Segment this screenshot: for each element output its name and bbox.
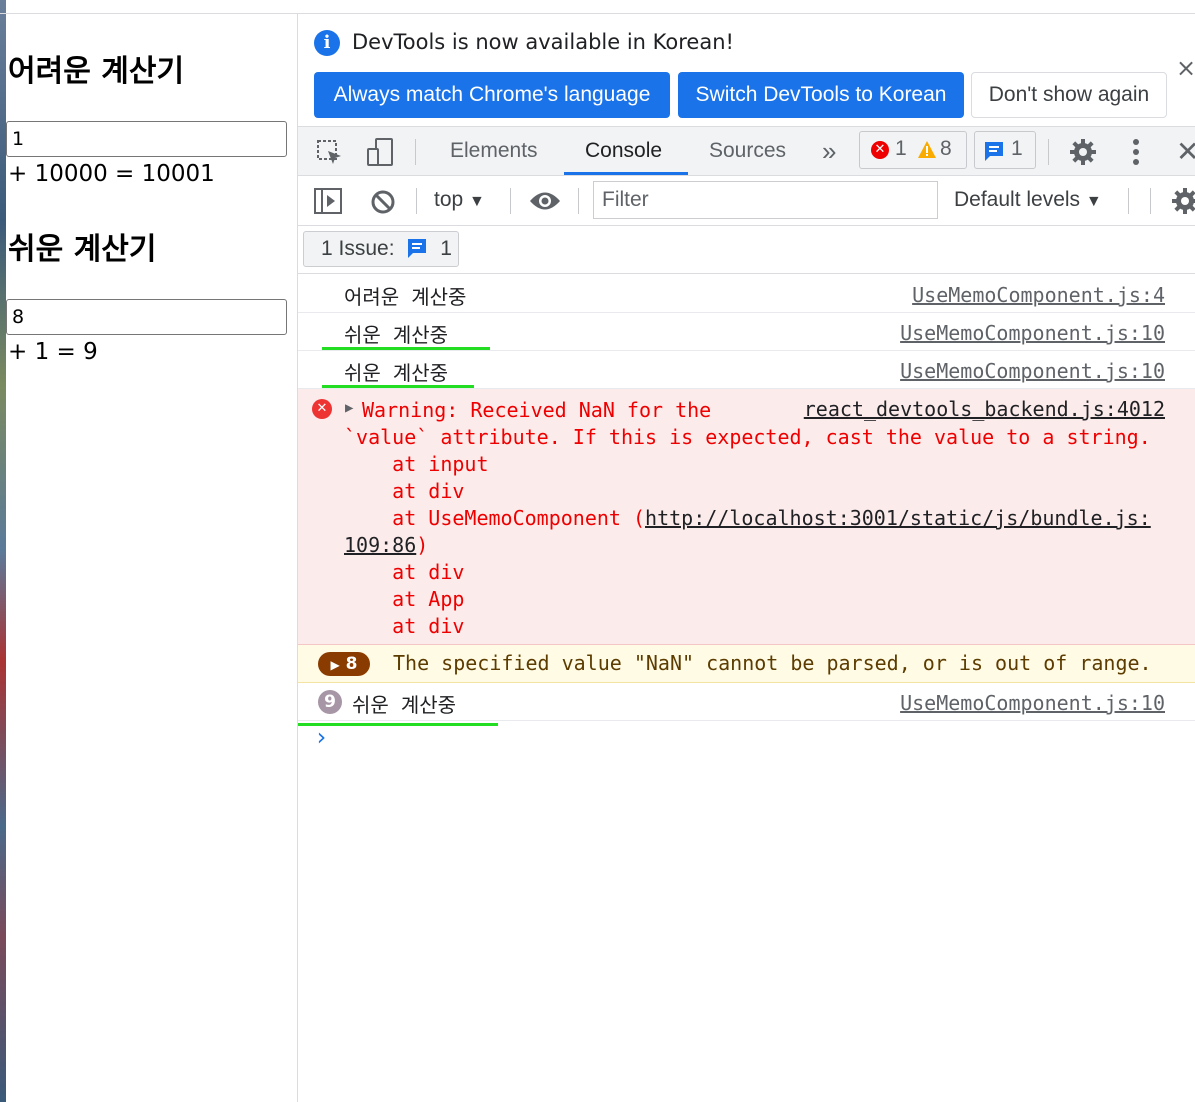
- log-message: 쉬운 계산중: [344, 361, 449, 385]
- hard-result: + 10000 = 10001: [8, 161, 215, 187]
- issues-label: 1 Issue:: [321, 237, 395, 260]
- device-toolbar-icon[interactable]: [364, 137, 396, 169]
- language-infobar: i DevTools is now available in Korean! ×…: [298, 14, 1195, 126]
- log-message: 쉬운 계산중: [344, 323, 449, 347]
- warning-icon: [918, 141, 936, 158]
- infobar-message: DevTools is now available in Korean!: [352, 30, 734, 54]
- message-icon: [985, 142, 1003, 161]
- close-infobar-icon[interactable]: ×: [1176, 54, 1195, 82]
- hard-number-input[interactable]: [6, 121, 287, 157]
- console-toolbar: top ▼ Filter Default levels ▼: [298, 176, 1195, 226]
- highlight-underline: [322, 347, 490, 350]
- stack-frame-prefix: at UseMemoComponent (: [344, 506, 646, 530]
- stack-frame: at div: [344, 479, 465, 503]
- easy-calculator-title: 쉬운 계산기: [8, 232, 157, 267]
- message-count: 1: [1011, 137, 1023, 160]
- separator: [1150, 188, 1151, 214]
- log-levels-dropdown[interactable]: Default levels ▼: [954, 176, 1102, 224]
- inspect-element-icon[interactable]: [316, 139, 344, 167]
- dropdown-arrow-icon: ▼: [469, 193, 485, 210]
- console-prompt-row[interactable]: ›: [298, 721, 1195, 761]
- separator: [416, 188, 417, 214]
- expand-triangle-icon[interactable]: ▶: [345, 400, 353, 416]
- close-devtools-icon[interactable]: ✕: [1176, 135, 1195, 168]
- sidebar-toggle-icon[interactable]: [314, 188, 342, 214]
- console-log-row: 쉬운 계산중 UseMemoComponent.js:10: [298, 313, 1195, 351]
- devtools-tabbar: Elements Console Sources » ✕ 1 8 1 ✕: [298, 126, 1195, 176]
- stack-frame: at App: [344, 587, 465, 611]
- live-expression-eye-icon[interactable]: [528, 190, 562, 212]
- console-error-row: ✕ ▶ Warning: Received NaN for the react_…: [298, 389, 1195, 645]
- warning-message: The specified value "NaN" cannot be pars…: [393, 651, 1152, 675]
- log-message: 쉬운 계산중: [352, 693, 457, 717]
- easy-number-input[interactable]: [6, 299, 287, 335]
- message-icon: [408, 239, 427, 258]
- console-log-row: 9 쉬운 계산중 UseMemoComponent.js:10: [298, 683, 1195, 726]
- devtools-panel: i DevTools is now available in Korean! ×…: [298, 14, 1195, 1102]
- levels-label: Default levels: [954, 188, 1081, 211]
- info-icon: i: [314, 30, 340, 56]
- more-tabs-icon[interactable]: »: [822, 127, 836, 175]
- highlight-underline: [322, 385, 474, 388]
- log-message: 어려운 계산중: [344, 285, 467, 309]
- source-link[interactable]: UseMemoComponent.js:10: [900, 321, 1165, 345]
- stack-frame: at div: [344, 614, 465, 638]
- separator: [578, 188, 579, 214]
- source-link[interactable]: UseMemoComponent.js:10: [900, 359, 1165, 383]
- source-link[interactable]: UseMemoComponent.js:10: [900, 691, 1165, 715]
- issues-count: 1: [440, 237, 452, 260]
- repeat-count-badge[interactable]: ▶ 8: [318, 652, 370, 676]
- active-tab-indicator: [564, 172, 688, 175]
- console-filter-input[interactable]: Filter: [593, 181, 938, 219]
- error-count: 1: [895, 137, 907, 160]
- issues-counter[interactable]: ✕ 1 8: [859, 131, 967, 169]
- warning-count: 8: [940, 137, 952, 160]
- messages-counter[interactable]: 1: [974, 131, 1036, 169]
- dont-show-again-button[interactable]: Don't show again: [971, 72, 1167, 118]
- stack-frame-suffix: ): [416, 533, 429, 557]
- context-label: top: [434, 188, 464, 211]
- error-first-line: Warning: Received NaN for the: [362, 398, 712, 422]
- dropdown-arrow-icon: ▼: [1085, 193, 1102, 210]
- bundle-link[interactable]: http://localhost:3001/static/js/bundle.j…: [645, 506, 1151, 530]
- always-match-language-button[interactable]: Always match Chrome's language: [314, 72, 670, 118]
- separator: [510, 188, 511, 214]
- error-source-link[interactable]: react_devtools_backend.js:4012: [804, 397, 1165, 421]
- error-message-line: `value` attribute. If this is expected, …: [344, 425, 1151, 449]
- bundle-link-line[interactable]: 109:86: [344, 533, 416, 557]
- issues-button[interactable]: 1 Issue: 1: [303, 231, 459, 267]
- error-icon: ✕: [871, 141, 889, 159]
- repeat-count-badge: 9: [318, 690, 342, 714]
- stack-frame: at UseMemoComponent (http://localhost:30…: [344, 505, 1151, 532]
- issues-bar: 1 Issue: 1: [298, 226, 1195, 274]
- source-link[interactable]: UseMemoComponent.js:4: [912, 283, 1165, 307]
- settings-gear-icon[interactable]: [1068, 137, 1098, 167]
- separator: [1128, 188, 1129, 214]
- clear-console-icon[interactable]: [370, 189, 396, 215]
- separator: [415, 139, 416, 165]
- stack-frame: at input: [344, 452, 489, 476]
- console-messages: 어려운 계산중 UseMemoComponent.js:4 쉬운 계산중 Use…: [298, 275, 1195, 761]
- tab-console[interactable]: Console: [585, 127, 662, 175]
- hard-calculator-title: 어려운 계산기: [8, 54, 185, 89]
- page-content: 어려운 계산기 + 10000 = 10001 쉬운 계산기 + 1 = 9: [6, 14, 297, 1102]
- repeat-count: 8: [345, 654, 358, 674]
- easy-result: + 1 = 9: [8, 339, 98, 365]
- console-log-row: 쉬운 계산중 UseMemoComponent.js:10: [298, 351, 1195, 389]
- console-warning-row: ▶ 8 The specified value "NaN" cannot be …: [298, 645, 1195, 683]
- more-options-icon[interactable]: [1126, 137, 1146, 167]
- stack-frame: at div: [344, 560, 465, 584]
- tab-elements[interactable]: Elements: [450, 127, 538, 175]
- expand-triangle-icon: ▶: [330, 658, 340, 672]
- console-log-row: 어려운 계산중 UseMemoComponent.js:4: [298, 275, 1195, 313]
- stack-frame: 109:86): [344, 532, 428, 559]
- context-selector[interactable]: top ▼: [434, 176, 485, 224]
- separator: [1048, 139, 1049, 165]
- error-icon: ✕: [312, 399, 332, 419]
- tab-sources[interactable]: Sources: [709, 127, 786, 175]
- prompt-chevron-icon: ›: [314, 723, 329, 751]
- console-settings-gear-icon[interactable]: [1170, 186, 1195, 216]
- switch-to-korean-button[interactable]: Switch DevTools to Korean: [678, 72, 964, 118]
